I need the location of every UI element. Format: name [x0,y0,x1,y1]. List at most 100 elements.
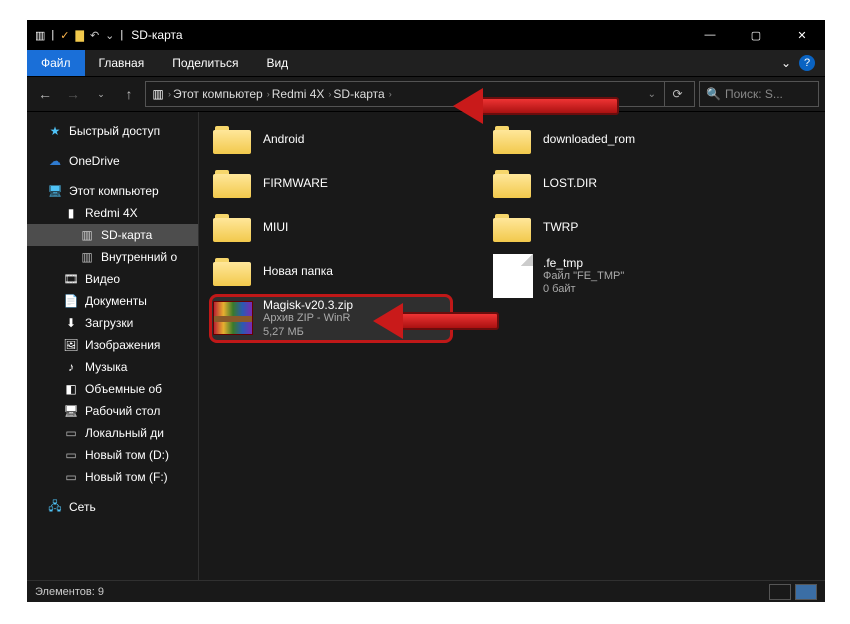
status-item-count: Элементов: 9 [35,586,104,598]
tree-this-pc[interactable]: 🖥Этот компьютер [27,180,198,202]
qat-folder-icon[interactable]: ▇ [75,29,83,42]
tab-home[interactable]: Главная [85,50,159,76]
tree-onedrive[interactable]: ☁OneDrive [27,150,198,172]
nav-back-button[interactable]: ← [33,82,57,106]
tree-pictures[interactable]: 🖼Изображения [27,334,198,356]
ribbon-tabs: Файл Главная Поделиться Вид ⌄ ? [27,50,825,76]
qat-dropdown-icon[interactable]: ⌄ [105,29,114,42]
crumb-chev-root[interactable]: › [168,89,171,99]
quick-access-toolbar: ▥ | ✓ ▇ ↶ ⌄ | [27,29,123,42]
sd-icon: ▥ [79,227,95,243]
file-name: .fe_tmp [543,256,624,270]
column-2: downloaded_rom LOST.DIR TWRP .fe_tmp Фай… [491,120,731,341]
tree-local-disk[interactable]: ▭Локальный ди [27,422,198,444]
file-size: 0 байт [543,283,624,296]
crumb-sd[interactable]: SD-карта› [333,87,391,101]
window-title: SD-карта [131,28,182,42]
address-drive-icon: ▥ [150,86,166,102]
tree-network[interactable]: 🖧Сеть [27,496,198,518]
tree-video[interactable]: 🎞Видео [27,268,198,290]
tab-share[interactable]: Поделиться [158,50,252,76]
file-name: Magisk-v20.3.zip [263,298,353,312]
tree-internal[interactable]: ▥Внутренний о [27,246,198,268]
nav-tree[interactable]: ★Быстрый доступ ☁OneDrive 🖥Этот компьюте… [27,112,199,580]
item-downloaded-rom[interactable]: downloaded_rom [491,120,731,158]
download-icon: ⬇ [63,315,79,331]
item-firmware[interactable]: FIRMWARE [211,164,451,202]
item-new-folder[interactable]: Новая папка [211,252,451,290]
address-bar[interactable]: ▥ › Этот компьютер› Redmi 4X› SD-карта› … [145,81,695,107]
network-icon: 🖧 [47,499,63,515]
column-1: Android FIRMWARE MIUI Новая папка Magisk… [211,120,451,341]
nav-history-dropdown[interactable]: ⌄ [89,82,113,106]
tree-desktop[interactable]: 🖥Рабочий стол [27,400,198,422]
folder-icon [213,210,253,244]
titlebar[interactable]: ▥ | ✓ ▇ ↶ ⌄ | SD-карта — ▢ ✕ [27,20,825,50]
qat-undo-icon[interactable]: ↶ [90,29,99,42]
system-menu-icon[interactable]: ▥ [35,29,45,42]
qat-sep: | [51,29,54,41]
tree-music[interactable]: ♪Музыка [27,356,198,378]
phone-icon: ▮ [63,205,79,221]
item-miui[interactable]: MIUI [211,208,451,246]
search-icon: 🔍 [706,87,721,101]
cloud-icon: ☁ [47,153,63,169]
item-fe-tmp[interactable]: .fe_tmp Файл "FE_TMP" 0 байт [491,252,731,300]
file-icon [493,254,533,298]
picture-icon: 🖼 [63,337,79,353]
close-button[interactable]: ✕ [779,20,825,50]
qat-sep2: | [120,29,123,41]
folder-icon [493,166,533,200]
tree-downloads[interactable]: ⬇Загрузки [27,312,198,334]
folder-icon [213,122,253,156]
help-icon[interactable]: ? [799,55,815,71]
desktop-icon: 🖥 [63,403,79,419]
view-details-button[interactable] [769,584,791,600]
refresh-button[interactable]: ⟳ [664,82,690,106]
pc-icon: 🖥 [47,183,63,199]
search-box[interactable]: 🔍 Поиск: S... [699,81,819,107]
body: ★Быстрый доступ ☁OneDrive 🖥Этот компьюте… [27,112,825,580]
address-dropdown-icon[interactable]: ⌄ [642,89,662,100]
minimize-button[interactable]: — [687,20,733,50]
tree-docs[interactable]: 📄Документы [27,290,198,312]
file-size: 5,27 МБ [263,326,353,339]
nav-forward-button[interactable]: → [61,82,85,106]
crumb-redmi[interactable]: Redmi 4X› [272,87,332,101]
view-tiles-button[interactable] [795,584,817,600]
drive-icon: ▥ [79,249,95,265]
search-placeholder: Поиск: S... [725,87,783,101]
star-icon: ★ [47,123,63,139]
ribbon-expand-icon[interactable]: ⌄ [781,56,791,70]
tree-vol-f[interactable]: ▭Новый том (F:) [27,466,198,488]
tree-objects[interactable]: ◧Объемные об [27,378,198,400]
file-list[interactable]: Android FIRMWARE MIUI Новая папка Magisk… [199,112,825,580]
folder-icon [213,166,253,200]
crumb-pc[interactable]: Этот компьютер› [173,87,270,101]
folder-icon [213,254,253,288]
qat-check-icon[interactable]: ✓ [60,29,69,42]
item-twrp[interactable]: TWRP [491,208,731,246]
item-android[interactable]: Android [211,120,451,158]
tree-sd-card[interactable]: ▥SD-карта [27,224,198,246]
objects-icon: ◧ [63,381,79,397]
drive-icon: ▭ [63,447,79,463]
drive-icon: ▭ [63,425,79,441]
folder-icon [493,122,533,156]
tree-vol-d[interactable]: ▭Новый том (D:) [27,444,198,466]
tab-view[interactable]: Вид [252,50,302,76]
tab-file[interactable]: Файл [27,50,85,76]
tree-redmi[interactable]: ▮Redmi 4X [27,202,198,224]
doc-icon: 📄 [63,293,79,309]
item-magisk-zip[interactable]: Magisk-v20.3.zip Архив ZIP - WinR 5,27 М… [211,296,451,341]
window-controls: — ▢ ✕ [687,20,825,50]
video-icon: 🎞 [63,271,79,287]
tree-quick-access[interactable]: ★Быстрый доступ [27,120,198,142]
maximize-button[interactable]: ▢ [733,20,779,50]
item-lost-dir[interactable]: LOST.DIR [491,164,731,202]
drive-icon: ▭ [63,469,79,485]
folder-icon [493,210,533,244]
zip-icon [213,301,253,335]
address-row: ← → ⌄ ↑ ▥ › Этот компьютер› Redmi 4X› SD… [27,76,825,112]
nav-up-button[interactable]: ↑ [117,82,141,106]
